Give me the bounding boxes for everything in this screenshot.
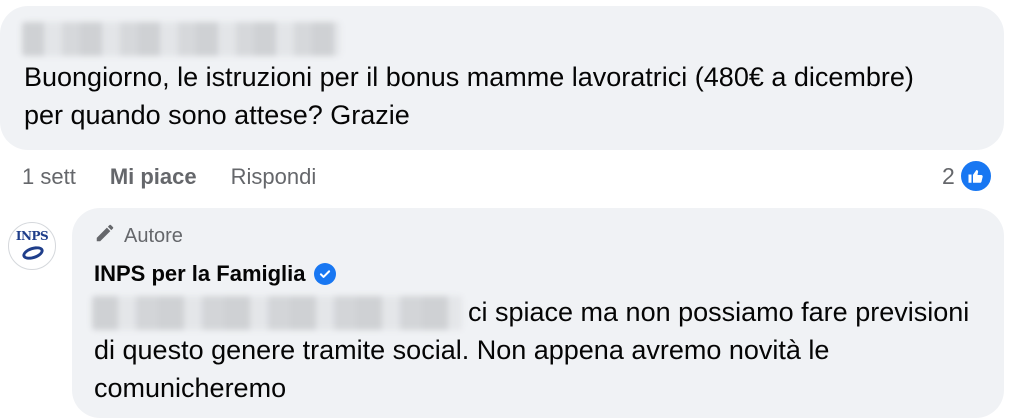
blurred-commenter-name: [22, 22, 340, 56]
avatar-logo-text: INPS: [15, 229, 49, 243]
like-button[interactable]: Mi piace: [110, 164, 197, 190]
reaction-count: 2: [942, 162, 955, 189]
pencil-icon: [94, 222, 116, 250]
reply-button[interactable]: Rispondi: [231, 164, 317, 190]
page-name-text: INPS per la Famiglia: [94, 261, 306, 286]
verified-check-icon: [313, 263, 336, 285]
comment-text: Buongiorno, le istruzioni per il bonus m…: [24, 62, 914, 130]
comment-actions: 1 sett Mi piace Rispondi: [22, 160, 316, 194]
inps-avatar[interactable]: INPS: [8, 222, 56, 270]
avatar-logo-swoosh: [20, 243, 46, 263]
comment-timestamp[interactable]: 1 sett: [22, 164, 76, 190]
reaction-summary[interactable]: 2: [942, 156, 993, 196]
reply-author[interactable]: INPS per la Famiglia: [94, 258, 336, 290]
author-badge-label: Autore: [124, 224, 183, 247]
thumbs-up-icon: [958, 159, 993, 193]
author-badge: Autore: [94, 222, 183, 250]
reply-text: ci spiace ma non possiamo fare prevision…: [94, 297, 970, 403]
